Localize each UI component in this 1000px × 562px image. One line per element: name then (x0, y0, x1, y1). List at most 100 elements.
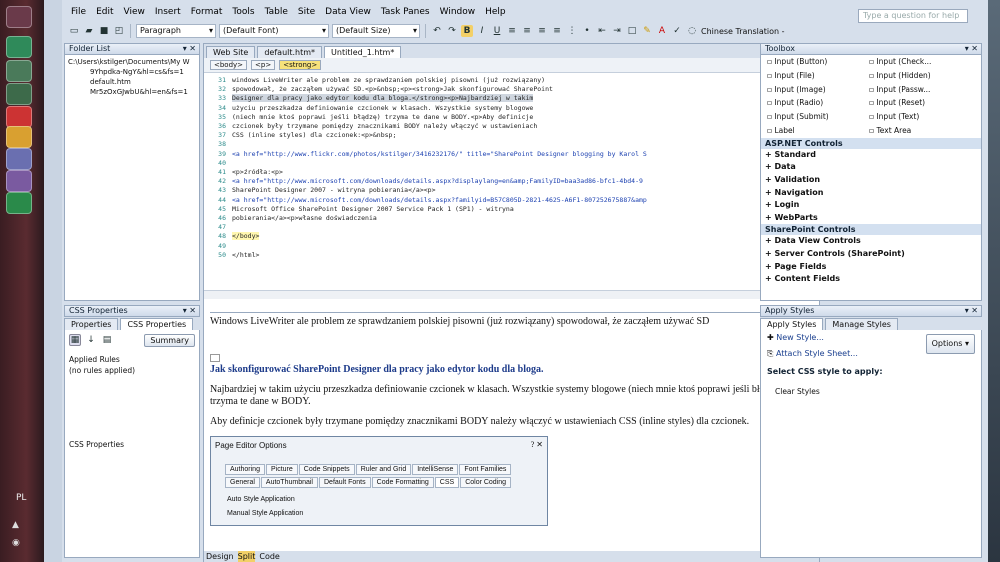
app-icon[interactable] (6, 170, 32, 192)
tag-body[interactable]: <body> (210, 60, 248, 70)
close-icon[interactable]: ▾ ✕ (183, 306, 196, 316)
code-line[interactable]: 33 Designer dla pracy jako edytor kodu dl… (206, 94, 809, 103)
app-icon[interactable] (6, 192, 32, 214)
toolbox-item[interactable]: ▫ Input (Radio) (767, 96, 869, 110)
menu-file[interactable]: File (66, 7, 91, 17)
style-combo[interactable]: Paragraph (136, 24, 216, 38)
clear-styles-item[interactable]: Clear Styles (767, 380, 981, 400)
menu-view[interactable]: View (119, 7, 150, 17)
tree-item[interactable]: default.htm (68, 77, 196, 87)
code-line[interactable]: 32 spowodował, że zacząłem używać SD.<p>&… (206, 85, 809, 94)
code-h-scrollbar[interactable] (204, 290, 809, 299)
app-icon[interactable] (6, 6, 32, 28)
toolbox-category[interactable]: + Page Fields (761, 261, 981, 274)
tab-default-htm[interactable]: default.htm* (257, 46, 323, 58)
code-line[interactable]: 38 (206, 140, 809, 149)
menu-edit[interactable]: Edit (91, 7, 118, 17)
asp-net-controls-header[interactable]: ASP.NET Controls (761, 137, 981, 149)
new-page-icon[interactable]: ▭ (68, 25, 80, 37)
menu-help[interactable]: Help (480, 7, 511, 17)
toolbox-category[interactable]: + Server Controls (SharePoint) (761, 248, 981, 261)
bullet-list-icon[interactable]: • (581, 25, 593, 37)
toolbox-category[interactable]: + Navigation (761, 187, 981, 200)
app-icon[interactable] (6, 60, 32, 82)
app-icon[interactable] (6, 83, 32, 105)
view-code-button[interactable]: Code (259, 551, 279, 562)
code-line[interactable]: 49 (206, 242, 809, 251)
close-icon[interactable]: ▾ ✕ (965, 44, 978, 54)
toolbox-item[interactable]: ▫ Input (File) (767, 69, 869, 83)
code-line[interactable]: 45 Microsoft Office SharePoint Designer 2… (206, 205, 809, 214)
code-line[interactable]: 42 <a href="http://www.microsoft.com/down… (206, 177, 809, 186)
sharepoint-controls-header[interactable]: SharePoint Controls (761, 224, 981, 236)
menu-table[interactable]: Table (260, 7, 293, 17)
code-line[interactable]: 41 <p>źródła:<p> (206, 168, 809, 177)
code-line[interactable]: 31 windows LiveWriter ale problem ze spra… (206, 76, 809, 85)
tag-strong[interactable]: <strong> (279, 60, 322, 70)
app-icon[interactable] (6, 148, 32, 170)
code-line[interactable]: 44 <a href="http://www.microsoft.com/down… (206, 196, 809, 205)
toolbox-item[interactable]: ▫ Input (Image) (767, 83, 869, 97)
design-paragraph[interactable]: Najbardziej w takim użyciu przeszkadza d… (210, 384, 800, 408)
border-icon[interactable]: □ (626, 25, 638, 37)
menu-format[interactable]: Format (186, 7, 228, 17)
design-heading[interactable]: Jak skonfigurować SharePoint Designer dl… (210, 364, 800, 376)
toolbox-category[interactable]: + Data (761, 161, 981, 174)
tray-flag-icon[interactable]: ▲ (12, 520, 19, 530)
tab-apply-styles[interactable]: Apply Styles (760, 318, 824, 330)
spell-icon[interactable]: ✓ (671, 25, 683, 37)
toolbox-item[interactable]: ▫ Input (Reset) (869, 96, 971, 110)
code-line[interactable]: 37 CSS (inline styles) dla czcionek:<p>&n… (206, 131, 809, 140)
tab-untitled-1[interactable]: Untitled_1.htm* (324, 46, 402, 58)
code-line[interactable]: 46 pobierania</a><p>własne doświadczenia (206, 214, 809, 223)
increase-indent-icon[interactable]: ⇥ (611, 25, 623, 37)
toolbox-item[interactable]: ▫ Input (Submit) (767, 110, 869, 124)
sort-alpha-icon[interactable]: ↓ (85, 334, 97, 346)
tab-manage-styles[interactable]: Manage Styles (825, 318, 898, 330)
code-line[interactable]: 50 </html> (206, 251, 809, 260)
design-paragraph[interactable]: Aby definicje czcionek były trzymane pom… (210, 416, 800, 428)
menu-window[interactable]: Window (435, 7, 481, 17)
code-line[interactable]: 40 (206, 159, 809, 168)
toolbox-category[interactable]: + Content Fields (761, 273, 981, 286)
highlight-icon[interactable]: ✎ (641, 25, 653, 37)
menu-site[interactable]: Site (293, 7, 320, 17)
save-icon[interactable]: ■ (98, 25, 110, 37)
menu-task-panes[interactable]: Task Panes (376, 7, 435, 17)
font-color-icon[interactable]: A (656, 25, 668, 37)
tree-item-root[interactable]: C:\Users\kstilger\Documents\My W (68, 57, 196, 67)
view-design-button[interactable]: Design (206, 551, 234, 562)
tab-web-site[interactable]: Web Site (206, 46, 256, 58)
toolbox-item[interactable]: ▫ Input (Text) (869, 110, 971, 124)
tray-volume-icon[interactable]: ◉ (12, 538, 20, 548)
code-line[interactable]: 48 </body> (206, 232, 809, 241)
summary-button[interactable]: Summary (144, 334, 195, 347)
app-icon[interactable] (6, 106, 32, 128)
redo-icon[interactable]: ↷ (446, 25, 458, 37)
toolbox-item[interactable]: ▫ Input (Hidden) (869, 69, 971, 83)
italic-icon[interactable]: I (476, 25, 488, 37)
code-line[interactable]: 39 <a href="http://www.flickr.com/photos/… (206, 150, 809, 159)
code-line[interactable]: 35 (niech mnie ktoś poprawi jeśli błądzę)… (206, 113, 809, 122)
align-center-icon[interactable]: ≡ (521, 25, 533, 37)
tree-item[interactable]: Mr5zOxGJwbU&hl=en&fs=1 (68, 87, 196, 97)
app-icon[interactable] (6, 36, 32, 58)
font-size-combo[interactable]: (Default Size) (332, 24, 420, 38)
toolbox-category[interactable]: + Validation (761, 174, 981, 187)
categorized-icon[interactable]: ▦ (69, 334, 81, 346)
decrease-indent-icon[interactable]: ⇤ (596, 25, 608, 37)
undo-icon[interactable]: ↶ (431, 25, 443, 37)
tab-properties[interactable]: Properties (64, 318, 119, 330)
font-combo[interactable]: (Default Font) (219, 24, 329, 38)
code-line[interactable]: 47 (206, 223, 809, 232)
menu-tools[interactable]: Tools (227, 7, 259, 17)
toolbox-category[interactable]: + Standard (761, 149, 981, 162)
tag-p[interactable]: <p> (251, 60, 276, 70)
close-icon[interactable]: ▾ ✕ (183, 44, 196, 54)
align-right-icon[interactable]: ≡ (536, 25, 548, 37)
design-paragraph[interactable]: Windows LiveWriter ale problem ze sprawd… (210, 316, 800, 328)
menu-insert[interactable]: Insert (150, 7, 186, 17)
view-split-button[interactable]: Split (237, 551, 256, 562)
close-icon[interactable]: ▾ ✕ (965, 306, 978, 316)
tree-item[interactable]: 9Yhpdka-NgY&hl=cs&fs=1 (68, 67, 196, 77)
